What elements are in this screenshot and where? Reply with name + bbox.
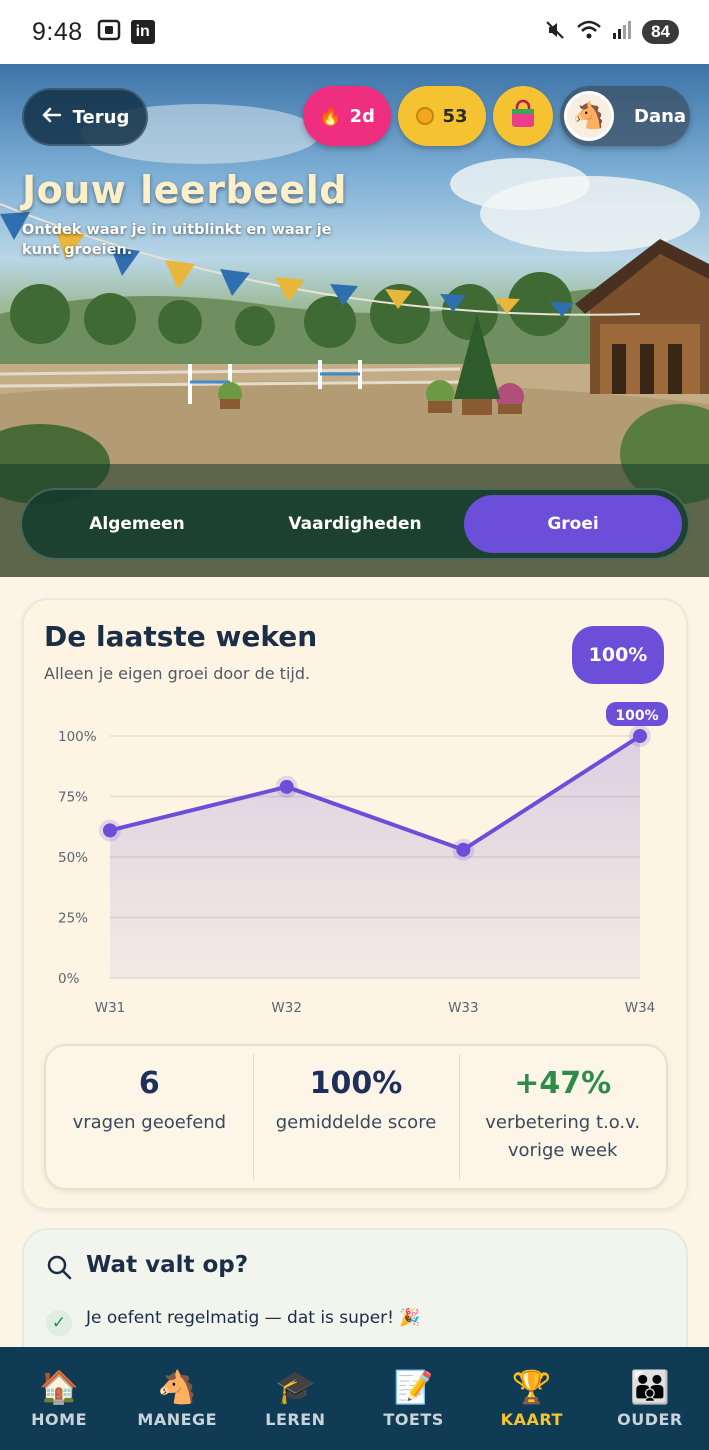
insights-title: Wat valt op? [86,1252,249,1278]
x-tick-label: W34 [625,1000,656,1016]
house-icon: 🏠 [39,1368,79,1406]
checkmark-icon: ✓ [46,1310,72,1336]
screenshot-icon [97,19,121,46]
y-tick-label: 25% [58,911,88,927]
status-time: 9:48 [32,17,83,46]
streak-value: 2d [349,105,375,127]
growth-chart: 0% 25% 50% 75% 100% 100% W31 W32 W33 W34 [58,702,668,1016]
y-tick-label: 100% [58,729,97,745]
nav-leren[interactable]: 🎓 LEREN [236,1347,354,1450]
coins-value: 53 [442,105,468,127]
trophy-icon: 🏆 [511,1368,552,1406]
tab-vaardigheden[interactable]: Vaardigheden [246,495,464,553]
battery-indicator: 84 [642,20,679,44]
family-icon: 👪 [630,1368,670,1406]
horse-avatar-icon: 🐴 [564,91,614,141]
insight-item: Je oefent regelmatig — dat is super! 🎉 [86,1308,421,1328]
nav-toets[interactable]: 📝 TOETS [355,1347,473,1450]
x-tick-label: W33 [448,1000,479,1016]
point-label: 100% [615,708,658,724]
y-tick-label: 75% [58,790,88,806]
tab-groei[interactable]: Groei [464,495,682,553]
coin-icon [416,107,435,125]
nav-toets-label: TOETS [383,1410,444,1429]
series-area [110,736,640,978]
data-point [103,823,117,838]
x-tick-label: W31 [95,1000,126,1016]
y-tick-label: 50% [58,850,88,866]
tab-algemeen[interactable]: Algemeen [28,495,246,553]
progress-card: De laatste weken Alleen je eigen groei d… [22,598,688,1210]
signal-icon [612,19,632,45]
status-bar: 9:48 in 84 [0,0,709,64]
nav-home[interactable]: 🏠 HOME [0,1347,118,1450]
data-point [633,729,647,743]
stat-improvement: +47% verbetering t.o.v. vorige week [459,1046,666,1188]
view-tabs: Algemeen Vaardigheden Groei [20,488,690,560]
linkedin-icon: in [130,20,155,44]
wifi-icon [576,19,602,45]
user-name: Dana [634,105,687,127]
stat-improvement-label: verbetering t.o.v. vorige week [485,1112,641,1161]
stat-average-value: 100% [309,1066,403,1101]
nav-manege[interactable]: 🐴 MANEGE [118,1347,236,1450]
score-badge: 100% [572,626,664,684]
nav-kaart[interactable]: 🏆 KAART [473,1347,591,1450]
stat-improvement-value: +47% [514,1066,612,1101]
hero-banner: Terug 🔥 2d 53 🐴 Dana Jouw leerbeeld Ontd… [0,64,709,577]
bottom-navigation: 🏠 HOME 🐴 MANEGE 🎓 LEREN 📝 TOETS 🏆 KAART … [0,1347,709,1450]
stat-average: 100% gemiddelde score [252,1046,460,1188]
horse-icon: 🐴 [157,1368,198,1406]
back-button-label: Terug [72,106,130,128]
data-point [279,779,294,794]
stat-questions: 6 vragen geoefend [46,1046,253,1188]
progress-card-subtitle: Alleen je eigen groei door de tijd. [44,664,311,683]
shop-button[interactable] [493,86,553,146]
streak-badge[interactable]: 🔥 2d [303,86,391,146]
page-subtitle: Ontdek waar je in uitblinkt en waar je k… [22,222,332,258]
stat-questions-value: 6 [138,1066,160,1101]
data-point [456,842,471,857]
nav-leren-label: LEREN [265,1410,326,1429]
stat-questions-label: vragen geoefend [72,1112,227,1133]
mute-icon [544,19,566,45]
graduation-cap-icon: 🎓 [275,1368,316,1406]
shopping-bag-icon [508,99,538,134]
coins-badge[interactable]: 53 [398,86,486,146]
nav-home-label: HOME [31,1410,87,1429]
flame-icon: 🔥 [319,105,342,127]
nav-ouder[interactable]: 👪 OUDER [591,1347,709,1450]
nav-kaart-label: KAART [500,1410,563,1429]
profile-button[interactable]: 🐴 Dana [560,86,690,146]
nav-manege-label: MANEGE [137,1410,218,1429]
y-tick-label: 0% [58,971,80,987]
nav-ouder-label: OUDER [617,1410,683,1429]
x-tick-label: W32 [271,1000,302,1016]
arrow-left-icon [41,107,61,128]
memo-icon: 📝 [393,1368,434,1406]
stat-average-label: gemiddelde score [275,1112,437,1133]
progress-card-title: De laatste weken [44,620,318,653]
stats-panel: 6 vragen geoefend 100% gemiddelde score … [44,1044,668,1190]
back-button[interactable]: Terug [22,88,148,146]
search-icon [46,1254,72,1284]
page-title: Jouw leerbeeld [22,168,347,212]
